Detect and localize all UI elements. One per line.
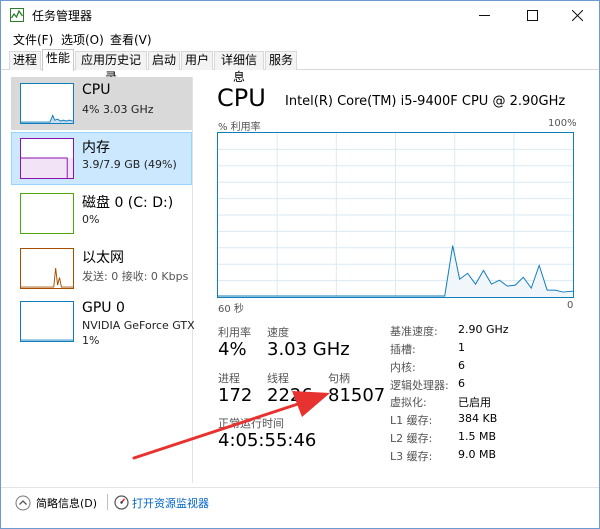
sidebar-cpu-title: CPU: [82, 82, 111, 98]
fewer-details-button[interactable]: 简略信息(D): [36, 495, 97, 511]
logical-processors-value: 6: [458, 377, 465, 390]
sidebar-item-cpu[interactable]: CPU 4% 3.03 GHz: [11, 77, 192, 130]
tab-users[interactable]: 用户: [181, 51, 213, 70]
threads-label: 线程: [267, 372, 289, 385]
minimize-icon: [478, 14, 490, 16]
cores-value: 6: [458, 359, 465, 372]
memory-thumbnail-graph: [20, 138, 74, 179]
menu-view[interactable]: 查看(V): [110, 31, 152, 48]
tab-services[interactable]: 服务: [265, 51, 297, 70]
sidebar-memory-sub: 3.9/7.9 GB (49%): [82, 158, 177, 171]
disk-thumbnail-graph: [20, 193, 74, 234]
close-button[interactable]: [554, 1, 600, 29]
minimize-button[interactable]: [461, 1, 507, 29]
uptime-value: 4:05:55:46: [218, 430, 317, 451]
virtualization-label: 虚拟化:: [390, 396, 427, 409]
open-resource-monitor-link[interactable]: 打开资源监视器: [132, 495, 209, 511]
sidebar-item-ethernet[interactable]: 以太网 发送: 0 接收: 0 Kbps: [11, 242, 192, 295]
uptime-label: 正常运行时间: [218, 417, 284, 430]
graph-label-max: 100%: [548, 118, 577, 129]
cpu-thumbnail-graph: [20, 83, 74, 124]
threads-value: 2226: [267, 385, 313, 406]
l2-cache-label: L2 缓存:: [390, 432, 433, 445]
tab-app-history[interactable]: 应用历史记录: [75, 51, 147, 84]
handles-label: 句柄: [328, 372, 350, 385]
page-title: CPU: [217, 84, 266, 112]
virtualization-value: 已启用: [458, 396, 491, 409]
sidebar-ethernet-sub: 发送: 0 接收: 0 Kbps: [82, 270, 189, 283]
sidebar-item-gpu[interactable]: GPU 0 NVIDIA GeForce GTX 1%: [11, 295, 195, 355]
menu-file[interactable]: 文件(F): [13, 31, 53, 48]
sidebar-gpu-usage: 1%: [82, 334, 100, 347]
close-icon: [571, 9, 583, 21]
graph-label-min: 0: [567, 300, 574, 311]
base-speed-value: 2.90 GHz: [458, 323, 509, 336]
window-title: 任务管理器: [32, 9, 93, 23]
logical-processors-label: 逻辑处理器:: [390, 379, 449, 392]
speed-label: 速度: [267, 326, 289, 339]
l2-cache-value: 1.5 MB: [458, 430, 497, 443]
resource-list: CPU 4% 3.03 GHz 内存 3.9/7.9 GB (49%) 磁盘 0…: [11, 77, 195, 483]
ethernet-thumbnail-graph: [20, 248, 74, 289]
maximize-button[interactable]: [509, 1, 555, 29]
handles-value: 81507: [328, 385, 386, 406]
tab-processes[interactable]: 进程: [9, 51, 41, 70]
graph-label-time: 60 秒: [218, 304, 244, 315]
title-bar[interactable]: 任务管理器: [1, 1, 599, 29]
processes-value: 172: [218, 385, 253, 406]
resource-monitor-icon[interactable]: [114, 495, 129, 510]
sidebar-item-memory[interactable]: 内存 3.9/7.9 GB (49%): [11, 132, 192, 185]
sidebar-ethernet-title: 以太网: [82, 250, 124, 266]
cores-label: 内核:: [390, 361, 416, 374]
graph-label-utilization: % 利用率: [218, 122, 261, 133]
footer-bar: 简略信息(D) 打开资源监视器: [1, 487, 599, 515]
maximize-icon: [526, 9, 538, 21]
menu-bar: 文件(F) 选项(O) 查看(V): [1, 29, 599, 49]
gpu-thumbnail-graph: [20, 301, 74, 342]
tab-performance[interactable]: 性能: [42, 49, 74, 71]
utilization-value: 4%: [218, 339, 247, 360]
l1-cache-value: 384 KB: [458, 412, 498, 425]
tab-strip: 进程 性能 应用历史记录 启动 用户 详细信息 服务: [1, 49, 599, 84]
processes-label: 进程: [218, 372, 240, 385]
sidebar-cpu-sub: 4% 3.03 GHz: [82, 103, 154, 116]
sidebar-gpu-sub: NVIDIA GeForce GTX: [82, 319, 195, 332]
task-manager-icon: [10, 8, 24, 22]
sockets-value: 1: [458, 341, 465, 354]
l3-cache-value: 9.0 MB: [458, 448, 497, 461]
tab-details[interactable]: 详细信息: [214, 51, 264, 84]
sidebar-memory-title: 内存: [82, 140, 110, 156]
menu-options[interactable]: 选项(O): [61, 31, 104, 48]
footer-separator: [107, 494, 108, 510]
sidebar-disk-title: 磁盘 0 (C: D:): [82, 195, 174, 211]
base-speed-label: 基准速度:: [390, 325, 438, 338]
speed-value: 3.03 GHz: [267, 339, 350, 360]
l1-cache-label: L1 缓存:: [390, 414, 433, 427]
sidebar-gpu-title: GPU 0: [82, 300, 125, 316]
utilization-label: 利用率: [218, 326, 251, 339]
collapse-up-icon[interactable]: [15, 495, 31, 511]
sockets-label: 插槽:: [390, 343, 416, 356]
sidebar-disk-sub: 0%: [82, 213, 100, 226]
sidebar-item-disk[interactable]: 磁盘 0 (C: D:) 0%: [11, 187, 192, 240]
l3-cache-label: L3 缓存:: [390, 450, 433, 463]
cpu-model: Intel(R) Core(TM) i5-9400F CPU @ 2.90GHz: [285, 94, 566, 109]
tab-startup[interactable]: 启动: [148, 51, 180, 70]
cpu-usage-graph: [217, 132, 574, 298]
task-manager-window: 任务管理器 文件(F) 选项(O) 查看(V) 进程 性能 应用历史记录 启动 …: [0, 0, 600, 529]
